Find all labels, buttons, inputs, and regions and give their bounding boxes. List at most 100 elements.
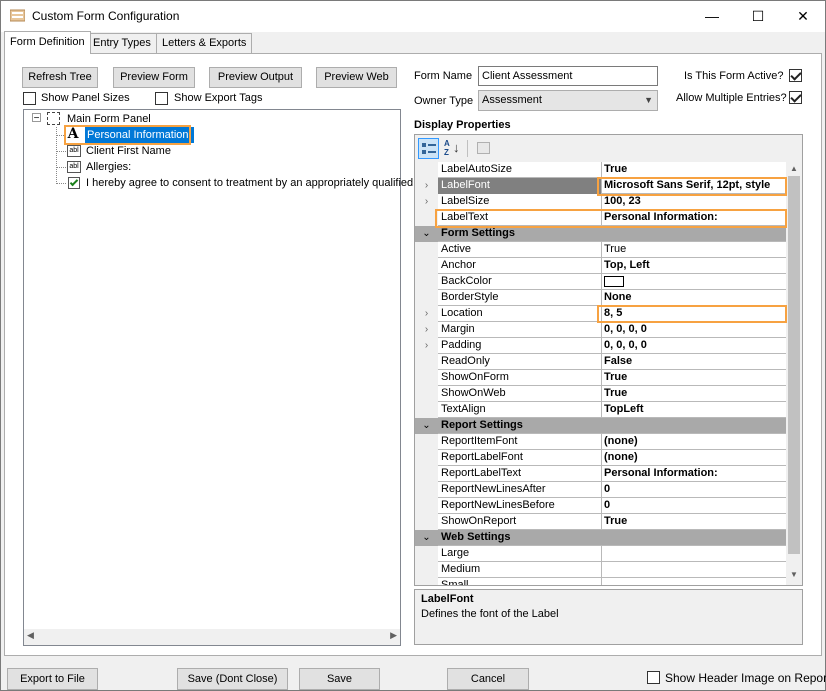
category-row-web-settings[interactable]: ⌄ Web Settings [415,530,786,546]
owner-type-select[interactable]: Assessment ▼ [478,90,658,111]
show-export-tags-checkbox[interactable] [155,92,168,105]
property-row-showonreport[interactable]: ShowOnReport True [415,514,786,530]
scroll-down-icon[interactable]: ▼ [790,570,798,579]
categorized-view-button[interactable] [418,138,439,159]
property-value[interactable]: Personal Information: [602,466,786,482]
property-row-showonweb[interactable]: ShowOnWeb True [415,386,786,402]
property-value[interactable]: True [602,386,786,402]
property-row-readonly[interactable]: ReadOnly False [415,354,786,370]
property-row-borderstyle[interactable]: BorderStyle None [415,290,786,306]
property-name: Large [438,546,602,562]
tab-entry-types[interactable]: Entry Types [87,33,157,53]
sort-az-icon: AZ [444,139,450,157]
description-title: LabelFont [421,593,474,605]
property-grid-scrollbar[interactable]: ▲ ▼ [786,162,802,585]
property-row-reportlabeltext[interactable]: ReportLabelText Personal Information: [415,466,786,482]
property-name: ReportLabelText [438,466,602,482]
property-value[interactable]: 0, 0, 0, 0 [602,338,786,354]
property-value[interactable]: 0, 0, 0, 0 [602,322,786,338]
row-gutter [415,466,438,482]
property-row-reportlabelfont[interactable]: ReportLabelFont (none) [415,450,786,466]
cancel-button[interactable]: Cancel [447,668,529,690]
property-value[interactable]: True [602,162,786,178]
row-gutter [415,290,438,306]
collapse-category-icon[interactable]: ⌄ [415,226,438,242]
tab-form-definition[interactable]: Form Definition [4,31,91,54]
minimize-button[interactable]: — [689,1,735,32]
property-name: ShowOnWeb [438,386,602,402]
property-value[interactable]: True [602,242,786,258]
form-name-label: Form Name [414,70,473,82]
property-row-large[interactable]: Large [415,546,786,562]
form-tree-view[interactable]: − Main Form Panel A Personal Information… [23,109,413,646]
property-value[interactable]: 100, 23 [602,194,786,210]
property-row-active[interactable]: Active True [415,242,786,258]
property-row-small[interactable]: Small [415,578,786,585]
location-value-highlight [597,305,787,323]
show-header-image-checkbox[interactable] [647,671,660,684]
show-panel-sizes-checkbox[interactable] [23,92,36,105]
property-value[interactable]: False [602,354,786,370]
property-value[interactable] [602,546,786,562]
form-name-input[interactable]: Client Assessment [478,66,658,86]
scrollbar-thumb[interactable] [788,176,800,554]
property-row-reportitemfont[interactable]: ReportItemFont (none) [415,434,786,450]
collapse-category-icon[interactable]: ⌄ [415,418,438,434]
property-value[interactable]: True [602,514,786,530]
scroll-left-icon[interactable]: ◀ [27,630,34,641]
tree-horizontal-scrollbar[interactable]: ◀ ▶ [24,629,400,645]
property-value[interactable]: (none) [602,450,786,466]
close-button[interactable]: ✕ [780,1,826,32]
property-value[interactable]: (none) [602,434,786,450]
alphabetical-view-button[interactable]: AZ ↓ [442,138,463,159]
expand-property-icon[interactable]: › [415,306,438,322]
export-to-file-button[interactable]: Export to File [7,668,98,690]
property-row-reportnewlinesbefore[interactable]: ReportNewLinesBefore 0 [415,498,786,514]
refresh-tree-button[interactable]: Refresh Tree [22,67,98,88]
property-value[interactable]: None [602,290,786,306]
property-row-reportnewlinesafter[interactable]: ReportNewLinesAfter 0 [415,482,786,498]
maximize-button[interactable]: ☐ [735,1,781,32]
property-value[interactable]: True [602,370,786,386]
property-value[interactable]: 0 [602,498,786,514]
expand-property-icon[interactable]: › [415,178,438,194]
expand-property-icon[interactable]: › [415,338,438,354]
property-row-medium[interactable]: Medium [415,562,786,578]
property-value[interactable]: TopLeft [602,402,786,418]
collapse-icon[interactable]: − [32,113,41,124]
property-value[interactable] [602,578,786,585]
tab-letters-exports[interactable]: Letters & Exports [156,33,253,53]
property-row-margin[interactable]: › Margin 0, 0, 0, 0 [415,322,786,338]
property-value[interactable] [602,274,786,290]
property-pages-button[interactable] [473,138,494,159]
property-grid: AZ ↓ LabelAutoSize True › LabelFont Microsof… [414,134,803,586]
save-button[interactable]: Save [299,668,380,690]
property-row-showonform[interactable]: ShowOnForm True [415,370,786,386]
property-value[interactable] [602,562,786,578]
row-gutter [415,386,438,402]
property-value[interactable]: 0 [602,482,786,498]
category-row-report-settings[interactable]: ⌄ Report Settings [415,418,786,434]
property-row-labelautosize[interactable]: LabelAutoSize True [415,162,786,178]
property-row-textalign[interactable]: TextAlign TopLeft [415,402,786,418]
scroll-right-icon[interactable]: ▶ [390,630,397,641]
property-row-labelsize[interactable]: › LabelSize 100, 23 [415,194,786,210]
property-row-backcolor[interactable]: BackColor [415,274,786,290]
preview-output-button[interactable]: Preview Output [209,67,302,88]
is-active-checkbox[interactable] [789,69,802,82]
tree-item-label: Client First Name [86,145,171,157]
collapse-category-icon[interactable]: ⌄ [415,530,438,546]
save-dont-close-button[interactable]: Save (Dont Close) [177,668,288,690]
property-row-anchor[interactable]: Anchor Top, Left [415,258,786,274]
preview-form-button[interactable]: Preview Form [113,67,195,88]
scroll-up-icon[interactable]: ▲ [790,164,798,173]
category-row-form-settings[interactable]: ⌄ Form Settings [415,226,786,242]
property-value[interactable]: Top, Left [602,258,786,274]
expand-property-icon[interactable]: › [415,194,438,210]
allow-multiple-checkbox[interactable] [789,91,802,104]
row-gutter [415,498,438,514]
property-name: ReadOnly [438,354,602,370]
property-row-padding[interactable]: › Padding 0, 0, 0, 0 [415,338,786,354]
expand-property-icon[interactable]: › [415,322,438,338]
preview-web-button[interactable]: Preview Web [316,67,397,88]
